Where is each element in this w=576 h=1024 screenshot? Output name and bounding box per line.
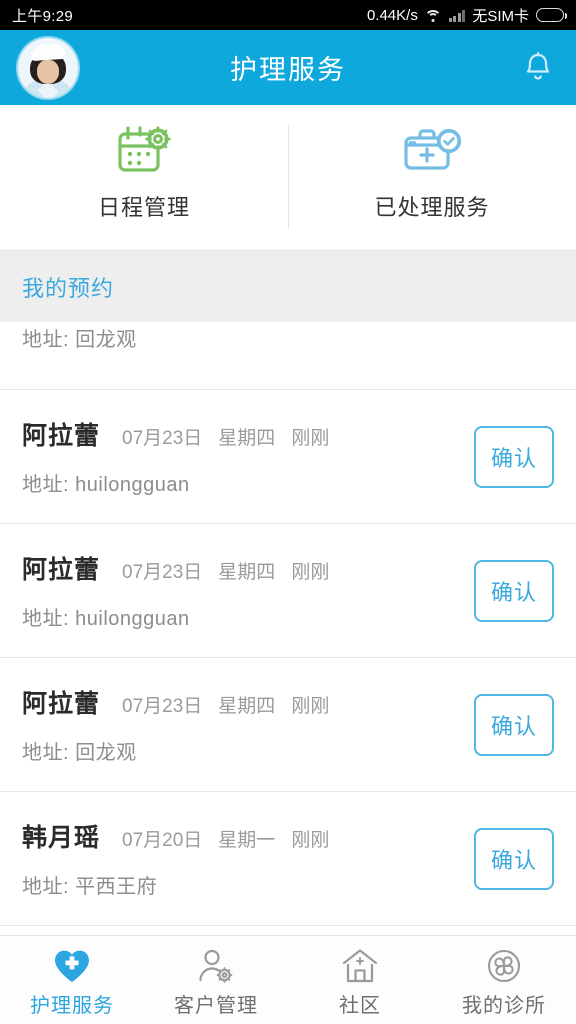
- tab-my-clinic[interactable]: 我的诊所: [432, 936, 576, 1024]
- wifi-icon: [424, 9, 442, 22]
- bottom-navigation: 护理服务 客户管理 社区 我的诊所: [0, 935, 576, 1024]
- address-label: 地址:: [22, 329, 76, 351]
- address-label: 地址:: [22, 474, 76, 496]
- appointment-address: 地址: huilongguan: [22, 602, 460, 631]
- page-title: 护理服务: [230, 55, 346, 85]
- shortcut-label: 日程管理: [97, 194, 190, 220]
- appointment-when: 刚刚: [291, 830, 330, 851]
- client-name: 韩月瑶: [22, 824, 101, 852]
- status-bar: 上午9:29 0.44K/s 无SIM卡: [0, 0, 576, 30]
- appointment-address: 地址: huilongguan: [22, 468, 460, 497]
- status-indicators: 0.44K/s 无SIM卡: [366, 5, 567, 26]
- address-label: 地址:: [22, 742, 76, 764]
- shortcut-row: 日程管理 已处理服务: [0, 105, 576, 250]
- sim-status: 无SIM卡: [472, 7, 529, 25]
- table-row[interactable]: 阿拉蕾 07月23日 星期四 刚刚 地址: 回龙观 确认: [0, 658, 576, 792]
- appointment-date: 07月23日: [122, 428, 203, 449]
- battery-icon: [536, 8, 567, 22]
- medical-bag-check-icon: [401, 128, 463, 176]
- person-gear-icon: [196, 943, 236, 985]
- table-row[interactable]: 阿拉蕾 07月23日 星期四 刚刚 地址: huilongguan 确认: [0, 524, 576, 658]
- address-value: 回龙观: [75, 742, 137, 764]
- client-name: 阿拉蕾: [22, 556, 101, 584]
- table-row[interactable]: 用户 待付款 地址: 回龙观: [0, 322, 576, 390]
- tab-label: 护理服务: [30, 994, 114, 1017]
- address-value: 回龙观: [75, 329, 137, 351]
- table-row[interactable]: 阿拉蕾 07月23日 星期四 刚刚 地址: huilongguan 确认: [0, 390, 576, 524]
- tab-community[interactable]: 社区: [288, 936, 432, 1024]
- appointment-weekday: 星期四: [218, 428, 276, 449]
- appointment-address: 地址: 回龙观: [22, 736, 460, 765]
- section-header-my-appointments: 我的预约: [0, 250, 576, 322]
- address-value: huilongguan: [75, 474, 190, 496]
- appointment-weekday: 星期一: [218, 830, 276, 851]
- confirm-button[interactable]: 确认: [474, 559, 554, 622]
- shortcut-processed-services[interactable]: 已处理服务: [288, 128, 576, 222]
- status-time: 上午9:29: [12, 7, 73, 25]
- appointment-weekday: 星期四: [218, 562, 276, 583]
- address-value: huilongguan: [75, 608, 190, 630]
- calendar-settings-icon: [115, 125, 173, 176]
- shortcut-schedule-management[interactable]: 日程管理: [0, 125, 288, 222]
- app-screen: 上午9:29 0.44K/s 无SIM卡 护理服务 日程管理 已处理服务 我的预…: [0, 0, 576, 1024]
- client-name: 阿拉蕾: [22, 422, 101, 450]
- tab-label: 客户管理: [174, 994, 258, 1017]
- avatar[interactable]: [18, 37, 78, 98]
- appointment-weekday: 星期四: [218, 696, 276, 717]
- address-value: 平西王府: [75, 876, 158, 898]
- address-label: 地址:: [22, 608, 76, 630]
- appointment-list[interactable]: 用户 待付款 地址: 回龙观 阿拉蕾 07月23日 星期四 刚刚: [0, 322, 576, 935]
- appointment-date: 07月20日: [122, 830, 203, 851]
- network-speed: 0.44K/s: [366, 6, 418, 24]
- clover-circle-icon: [484, 943, 524, 985]
- confirm-button[interactable]: 确认: [474, 425, 554, 488]
- client-name: 阿拉蕾: [22, 690, 101, 718]
- appointment-address: 地址: 平西王府: [22, 870, 460, 899]
- shortcut-divider: [288, 125, 289, 228]
- signal-bars-icon: [448, 9, 466, 22]
- appointment-when: 刚刚: [291, 428, 330, 449]
- tab-label: 社区: [339, 994, 381, 1017]
- appointment-address: 地址: 回龙观: [22, 323, 554, 352]
- app-header: 护理服务: [0, 30, 576, 105]
- appointment-date: 07月23日: [122, 562, 203, 583]
- confirm-button[interactable]: 确认: [474, 693, 554, 756]
- tab-label: 我的诊所: [462, 994, 546, 1017]
- table-row[interactable]: 韩月瑶 07月20日 星期一 刚刚 地址: 平西王府 确认: [0, 792, 576, 926]
- appointment-when: 刚刚: [291, 562, 330, 583]
- heart-cross-icon: [52, 943, 92, 985]
- shortcut-label: 已处理服务: [374, 194, 490, 220]
- confirm-button[interactable]: 确认: [474, 827, 554, 890]
- appointment-when: 刚刚: [291, 696, 330, 717]
- address-label: 地址:: [22, 876, 76, 898]
- appointment-date: 07月23日: [122, 696, 203, 717]
- bell-icon[interactable]: [518, 46, 558, 90]
- tab-nursing-service[interactable]: 护理服务: [0, 936, 144, 1024]
- house-cross-icon: [340, 943, 380, 985]
- tab-client-management[interactable]: 客户管理: [144, 936, 288, 1024]
- section-title: 我的预约: [22, 275, 115, 301]
